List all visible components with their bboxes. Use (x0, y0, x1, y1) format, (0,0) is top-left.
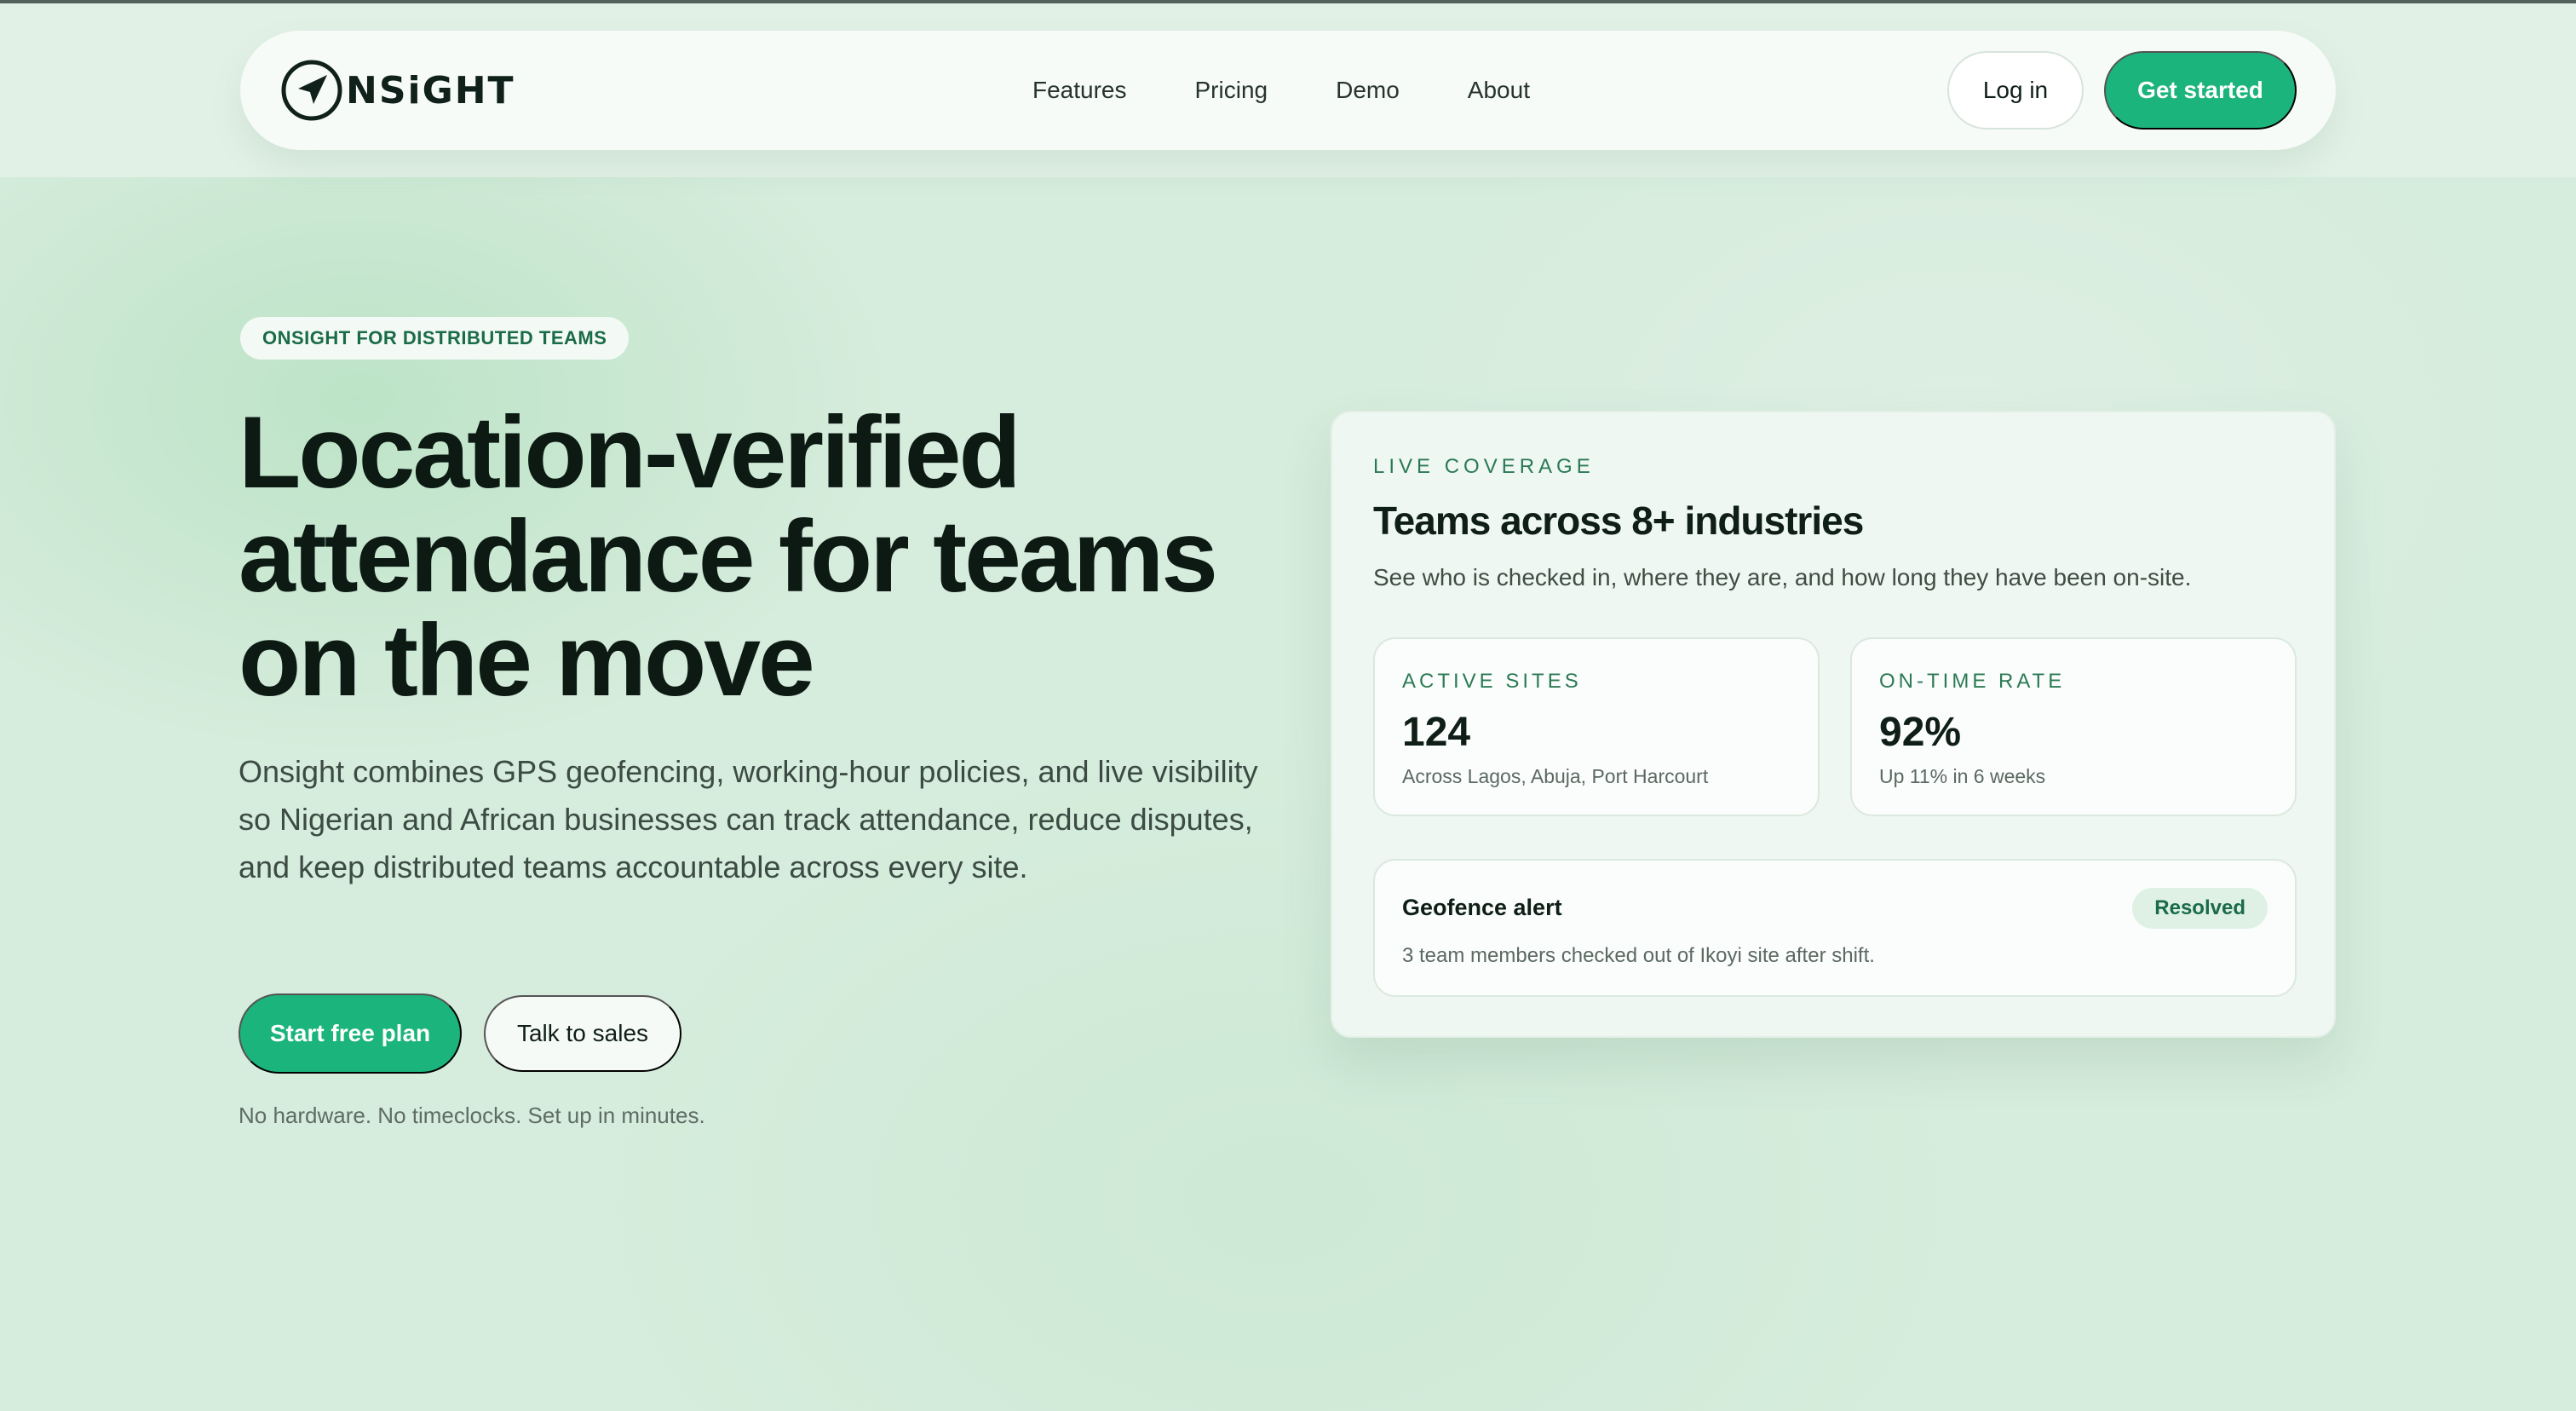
stat-card-active-sites: ACTIVE SITES 124 Across Lagos, Abuja, Po… (1373, 637, 1820, 816)
nav-link-features[interactable]: Features (1032, 77, 1127, 104)
geofence-alert-card: Geofence alert Resolved 3 team members c… (1373, 859, 2297, 997)
get-started-button[interactable]: Get started (2104, 51, 2297, 130)
alert-message: 3 team members checked out of Ikoyi site… (1402, 944, 1875, 967)
coverage-eyebrow: LIVE COVERAGE (1373, 455, 1595, 478)
navbar: NSiGHT Features Pricing Demo About Log i… (240, 31, 2336, 150)
stat-value: 92% (1879, 710, 1962, 755)
stat-card-on-time-rate: ON-TIME RATE 92% Up 11% in 6 weeks (1850, 637, 2297, 816)
hero-footnote: No hardware. No timeclocks. Set up in mi… (239, 1103, 705, 1128)
hero-description: Onsight combines GPS geofencing, working… (239, 754, 1258, 884)
talk-to-sales-button[interactable]: Talk to sales (484, 995, 681, 1072)
nav-link-demo[interactable]: Demo (1336, 77, 1400, 104)
navigation-arrow-icon (281, 60, 342, 121)
stat-value: 124 (1402, 710, 1471, 755)
alert-title: Geofence alert (1402, 895, 1562, 920)
hero-headline: Location-verified attendance for teams o… (239, 395, 1218, 717)
main-nav: Features Pricing Demo About (1032, 31, 1598, 150)
stat-note: Up 11% in 6 weeks (1879, 765, 2046, 787)
stat-label: ACTIVE SITES (1402, 670, 1582, 693)
coverage-subtitle: See who is checked in, where they are, a… (1373, 564, 2192, 590)
stat-label: ON-TIME RATE (1879, 670, 2066, 693)
brand-name: NSiGHT (346, 68, 515, 112)
login-button[interactable]: Log in (1947, 51, 2084, 130)
brand-logo[interactable]: NSiGHT (279, 58, 515, 123)
hero-eyebrow-badge: ONSIGHT FOR DISTRIBUTED TEAMS (240, 317, 630, 360)
nav-link-pricing[interactable]: Pricing (1195, 77, 1268, 104)
coverage-title: Teams across 8+ industries (1373, 498, 1864, 543)
nav-link-about[interactable]: About (1468, 77, 1530, 104)
start-free-plan-button[interactable]: Start free plan (239, 993, 462, 1074)
status-badge: Resolved (2132, 888, 2268, 929)
live-coverage-card: LIVE COVERAGE Teams across 8+ industries… (1331, 411, 2336, 1038)
stat-note: Across Lagos, Abuja, Port Harcourt (1402, 765, 1709, 787)
